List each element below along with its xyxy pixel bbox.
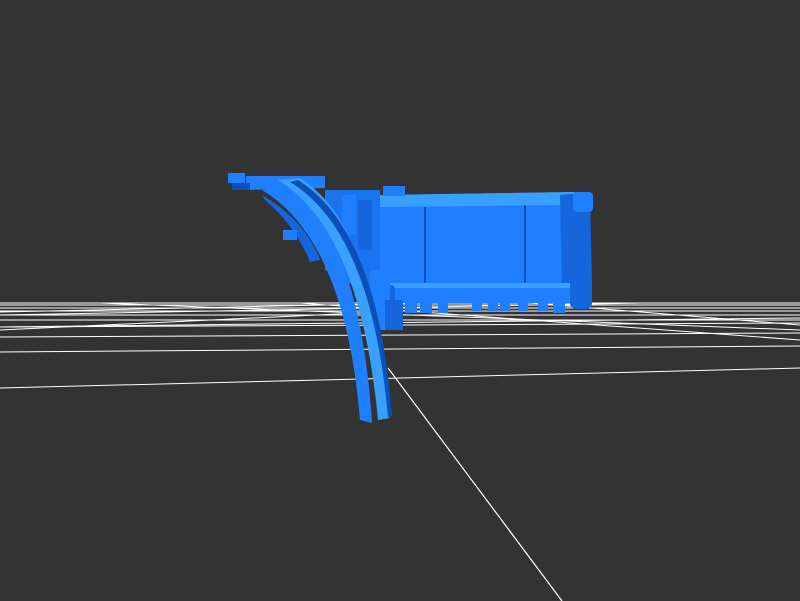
blue-3d-mesh-model[interactable] — [228, 173, 593, 423]
model-foot — [553, 303, 565, 313]
model-rib — [385, 300, 403, 330]
model-cylinder-end-cap — [570, 277, 592, 309]
grid-line — [0, 332, 800, 338]
model-foot — [472, 303, 482, 311]
model-foot — [538, 303, 548, 311]
3d-scene-canvas[interactable] — [0, 0, 800, 601]
model-rib — [358, 200, 372, 250]
model-foot — [420, 303, 432, 313]
model-top-cylinder-cap — [573, 192, 593, 212]
model-foot — [500, 303, 510, 311]
depth-axis-line — [387, 367, 563, 601]
model-flange — [228, 173, 245, 183]
3d-viewport[interactable] — [0, 0, 800, 601]
model-shadow — [232, 183, 250, 190]
model-tab — [383, 186, 405, 196]
model-cylinder-highlight — [388, 283, 580, 288]
model-foot — [518, 303, 528, 311]
model-foot — [405, 303, 417, 313]
grid-line — [529, 302, 800, 326]
model-foot — [438, 303, 448, 313]
grid-line — [0, 345, 800, 353]
model-tab — [283, 230, 297, 240]
model-foot — [488, 303, 498, 311]
model-top-edge — [380, 192, 575, 207]
